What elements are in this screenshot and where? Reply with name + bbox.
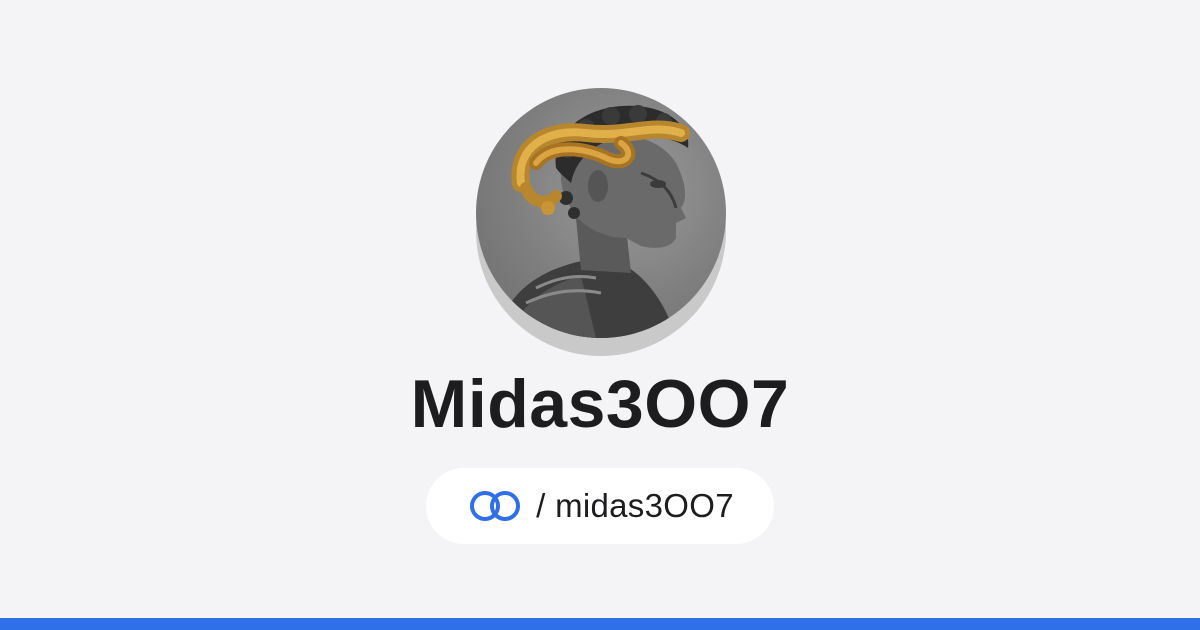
linked-rings-icon xyxy=(470,491,521,521)
profile-display-name: Midas3OO7 xyxy=(410,366,790,442)
avatar-container[interactable] xyxy=(476,88,730,358)
profile-handle-link[interactable]: / midas3OO7 xyxy=(426,468,774,544)
profile-handle-text: / midas3OO7 xyxy=(536,487,734,524)
statue-bust-icon xyxy=(496,105,690,338)
bottom-accent-bar xyxy=(0,618,1200,630)
avatar[interactable] xyxy=(476,88,726,338)
profile-card: Midas3OO7 / midas3OO7 xyxy=(0,0,1200,618)
